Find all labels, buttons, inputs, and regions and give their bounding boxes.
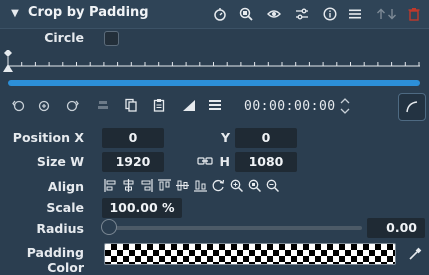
size-h-field[interactable]: 1080 [235,152,297,172]
position-x-label: Position X [12,130,84,145]
align-vcenter-icon[interactable] [175,178,190,193]
radius-slider-handle[interactable] [101,219,117,235]
next-keyframe-icon[interactable] [63,96,81,114]
scale-label: Scale [46,200,84,215]
align-keyframe-icon[interactable] [94,96,112,114]
position-y-label: Y [220,130,230,145]
position-x-field[interactable]: 0 [102,128,164,148]
options-menu-icon[interactable] [206,96,224,114]
curve-edit-button[interactable] [398,93,426,121]
align-bottom-icon[interactable] [193,178,208,193]
timecode-spinner-icon[interactable] [339,96,351,116]
radius-field[interactable]: 0.00 [367,218,425,238]
size-w-label: Size W [36,154,84,169]
align-left-icon[interactable] [103,178,118,193]
curve-icon [406,101,418,113]
playhead-marker[interactable] [3,64,13,72]
move-down-icon[interactable] [383,5,401,23]
keyframe-timeline[interactable] [0,50,429,80]
menu-icon[interactable] [346,5,364,23]
effect-header: ▼ Crop by Padding [0,0,429,29]
radius-slider-track[interactable] [110,226,362,230]
size-w-field[interactable]: 1920 [102,152,164,172]
interpolation-icon[interactable] [180,96,198,114]
delete-icon[interactable] [405,5,423,23]
timecode-display[interactable]: 00:00:00:00 [244,99,336,114]
zoom-in-icon[interactable] [229,178,244,193]
align-top-icon[interactable] [157,178,172,193]
padding-color-label: Padding Color [26,245,84,275]
position-y-field[interactable]: 0 [235,128,297,148]
keyframe-icon[interactable] [211,5,229,23]
scale-field[interactable]: 100.00 % [102,198,182,218]
reset-rotation-icon[interactable] [211,178,226,193]
effect-title: Crop by Padding [28,5,149,20]
align-label: Align [47,179,84,194]
settings-sliders-icon[interactable] [293,5,311,23]
zoom-icon[interactable] [237,5,255,23]
copy-icon[interactable] [122,96,140,114]
timeline-zoom-bar[interactable] [8,80,420,86]
align-right-icon[interactable] [139,178,154,193]
paste-icon[interactable] [150,96,168,114]
size-h-label: H [219,154,230,169]
collapse-icon[interactable]: ▼ [8,7,22,21]
info-icon[interactable] [321,5,339,23]
circle-checkbox[interactable] [104,31,119,46]
previous-keyframe-icon[interactable] [10,96,28,114]
keyframe-marker[interactable] [4,50,12,57]
radius-label: Radius [36,221,84,236]
eyedropper-icon[interactable] [406,245,424,263]
zoom-out-icon[interactable] [265,178,280,193]
eye-icon[interactable] [265,5,283,23]
padding-color-swatch[interactable] [104,243,396,265]
circle-label: Circle [44,30,84,45]
align-hcenter-icon[interactable] [121,178,136,193]
zoom-original-icon[interactable] [247,178,262,193]
add-keyframe-icon[interactable] [35,96,53,114]
